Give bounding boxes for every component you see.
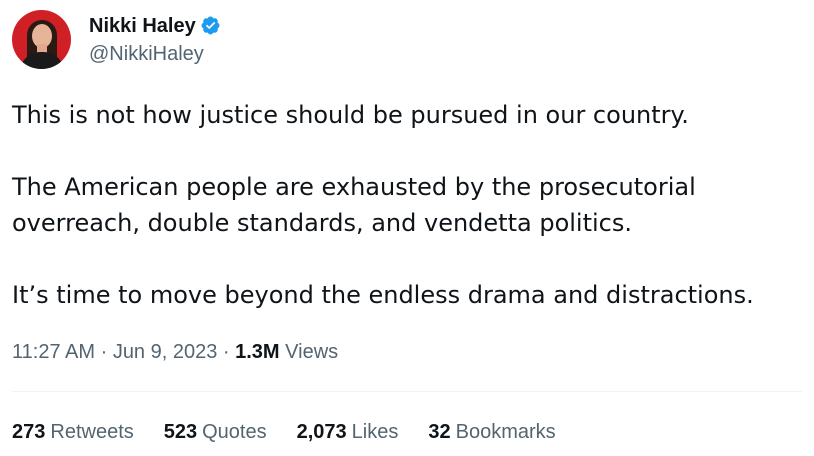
likes-count: 2,073 xyxy=(296,421,347,443)
meta-separator: · xyxy=(217,341,236,363)
author-handle[interactable]: @NikkiHaley xyxy=(89,41,221,67)
bookmarks-count: 32 xyxy=(428,421,451,443)
tweet-header: Nikki Haley @NikkiHaley xyxy=(12,10,221,69)
author-display-name[interactable]: Nikki Haley xyxy=(89,13,196,39)
tweet-date[interactable]: Jun 9, 2023 xyxy=(113,341,218,363)
tweet-paragraph-2: The American people are exhausted by the… xyxy=(12,173,696,237)
tweet-paragraph-3: It’s time to move beyond the endless dra… xyxy=(12,281,754,309)
bookmarks-label: Bookmarks xyxy=(455,421,556,443)
likes-label: Likes xyxy=(351,421,399,443)
quotes-stat[interactable]: 523 Quotes xyxy=(164,418,267,446)
quotes-count: 523 xyxy=(163,421,198,443)
quotes-label: Quotes xyxy=(202,421,267,443)
views-count: 1.3M xyxy=(235,341,280,363)
tweet-paragraph-1: This is not how justice should be pursue… xyxy=(12,101,689,129)
bookmarks-stat[interactable]: 32 Bookmarks xyxy=(428,418,555,446)
name-row: Nikki Haley xyxy=(89,13,221,39)
meta-separator: · xyxy=(95,341,113,363)
retweets-stat[interactable]: 273 Retweets xyxy=(12,418,134,446)
verified-badge-icon[interactable] xyxy=(200,15,221,36)
likes-stat[interactable]: 2,073 Likes xyxy=(297,418,399,446)
tweet-meta: 11:27 AM · Jun 9, 2023 · 1.3M Views xyxy=(12,338,338,366)
tweet-time[interactable]: 11:27 AM xyxy=(12,341,95,363)
retweets-label: Retweets xyxy=(50,421,134,443)
divider xyxy=(12,391,802,392)
avatar[interactable] xyxy=(12,10,71,69)
engagement-stats: 273 Retweets 523 Quotes 2,073 Likes 32 Bookm… xyxy=(12,418,586,446)
views-label: Views xyxy=(285,341,339,363)
author-names: Nikki Haley @NikkiHaley xyxy=(89,13,221,67)
tweet-card: Nikki Haley @NikkiHaley This is not how … xyxy=(0,0,814,456)
retweets-count: 273 xyxy=(12,421,46,443)
tweet-text: This is not how justice should be pursue… xyxy=(12,97,807,313)
